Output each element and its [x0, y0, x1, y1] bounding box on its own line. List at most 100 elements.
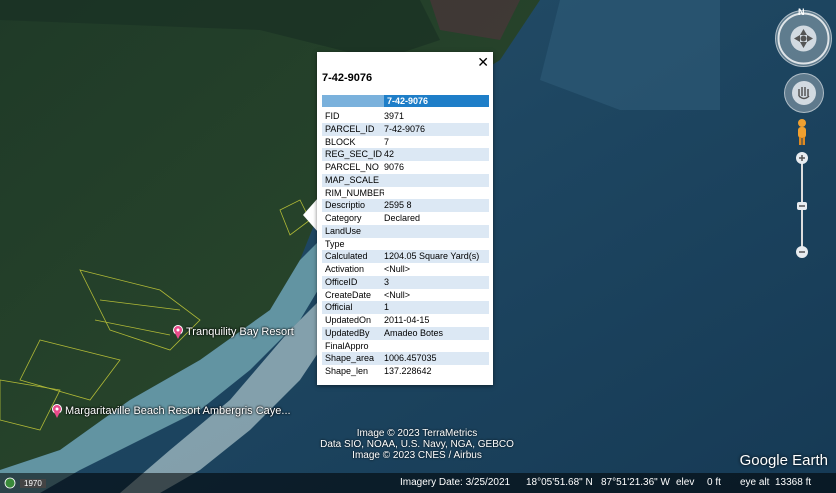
- attribute-row: MAP_SCALE: [322, 173, 489, 187]
- attribute-key: REG_SEC_ID: [325, 149, 383, 160]
- attribute-key: Category: [325, 213, 362, 223]
- attribute-row: BLOCK 7: [322, 136, 489, 149]
- imagery-credit-1: Image © 2023 TerraMetrics: [356, 428, 478, 439]
- attribute-key: BLOCK: [325, 136, 356, 147]
- compass-north: N: [798, 7, 805, 17]
- header-value: 7-42-9076: [387, 96, 429, 106]
- attribute-value: 7-42-9076: [384, 123, 426, 134]
- header-key-cell: [322, 95, 384, 107]
- attribute-key: Official: [325, 302, 353, 313]
- elevation-label: elev: [676, 477, 695, 488]
- attribute-value: 1: [384, 302, 390, 313]
- attribute-value: 3971: [384, 111, 405, 121]
- imagery-credit-3: Image © 2023 CNES / Airbus: [352, 450, 482, 461]
- attribute-row: Shape_len 137.228642: [322, 365, 489, 378]
- balloon-title: 7-42-9076: [322, 72, 373, 84]
- attribute-row: RIM_NUMBER: [322, 187, 489, 200]
- attribute-key: Calculated: [325, 251, 368, 262]
- placemark-tranquility-bay[interactable]: Tranquility Bay Resort: [172, 325, 294, 339]
- attribute-key: FID: [325, 111, 340, 121]
- move-joystick[interactable]: [784, 73, 824, 113]
- attribute-row: CreateDate <Null>: [322, 289, 489, 302]
- attribute-row: OfficeID 3: [322, 275, 489, 289]
- attribute-row: Descriptio 2595 8: [322, 199, 489, 212]
- attribute-key: Activation: [325, 264, 365, 274]
- eye-alt-value: 13368 ft: [775, 477, 812, 488]
- attribute-key: PARCEL_ID: [325, 123, 375, 134]
- imagery-credit-2: Data SIO, NOAA, U.S. Navy, NGA, GEBCO: [320, 439, 514, 450]
- attribute-value: 9076: [384, 162, 405, 172]
- attribute-row: PARCEL_ID 7-42-9076: [322, 122, 489, 136]
- eye-alt-label: eye alt: [740, 477, 770, 488]
- pink-placemark-icon: [173, 325, 183, 339]
- attribute-key: CreateDate: [325, 289, 372, 300]
- attribute-row: LandUse: [322, 224, 489, 238]
- attribute-key: OfficeID: [325, 276, 358, 287]
- attribute-key: Shape_len: [325, 366, 369, 376]
- attribute-table: FID 3971 PARCEL_ID 7-42-9076 BLOCK 7 REG_SEC_I…: [322, 110, 489, 378]
- attribute-value: [384, 174, 489, 187]
- attribute-value: Declared: [384, 213, 421, 223]
- attribute-value: 2595 8: [384, 200, 412, 211]
- attribute-key: UpdatedBy: [325, 327, 370, 338]
- status-bar: 1970 Imagery Date: 3/25/2021 18°05'51.68…: [0, 473, 836, 493]
- attribute-row: Shape_area 1006.457035: [322, 352, 489, 365]
- attribute-value: 7: [384, 136, 390, 147]
- attribute-value: [384, 225, 489, 238]
- longitude: 87°51'21.36" W: [601, 477, 670, 488]
- attribute-value: Amadeo Botes: [384, 327, 444, 338]
- pink-placemark-icon: [52, 404, 62, 418]
- look-joystick-icon: [777, 12, 830, 65]
- attribute-key: LandUse: [325, 225, 362, 236]
- attribute-key: FinalAppro: [325, 340, 369, 351]
- attribute-table-header: 7-42-9076: [322, 95, 489, 107]
- attribute-row: Type: [322, 238, 489, 251]
- attribute-row: Official 1: [322, 301, 489, 314]
- placemark-label: Tranquility Bay Resort: [186, 326, 294, 338]
- globe-icon: [4, 477, 16, 489]
- placemark-label: Margaritaville Beach Resort Ambergris Ca…: [65, 405, 291, 417]
- google-earth-logo: Google Earth: [739, 452, 828, 469]
- attribute-key: Shape_area: [325, 353, 375, 364]
- attribute-value: [384, 187, 489, 200]
- attribute-row: UpdatedOn 2011-04-15: [322, 314, 489, 327]
- attribute-value: <Null>: [384, 264, 411, 274]
- zoom-slider[interactable]: [796, 152, 808, 262]
- year-badge: 1970: [20, 478, 46, 488]
- attribute-row: PARCEL_NO 9076: [322, 161, 489, 174]
- attribute-value: [384, 340, 489, 353]
- attribute-value: 3: [384, 276, 390, 287]
- attribute-row: Category Declared: [322, 212, 489, 225]
- attribute-value: <Null>: [384, 289, 411, 300]
- latitude: 18°05'51.68" N: [526, 477, 593, 488]
- popup-tail: [303, 198, 318, 232]
- attribute-key: Type: [325, 238, 345, 249]
- attribute-row: Activation <Null>: [322, 263, 489, 276]
- attribute-row: FID 3971: [322, 110, 489, 123]
- elevation-value: 0 ft: [707, 477, 721, 488]
- pegman-icon[interactable]: [795, 118, 809, 146]
- hand-icon: [792, 81, 816, 105]
- imagery-date: Imagery Date: 3/25/2021: [400, 477, 511, 488]
- attribute-key: UpdatedOn: [325, 315, 372, 325]
- attribute-row: REG_SEC_ID 42: [322, 148, 489, 161]
- attribute-value: [384, 238, 489, 251]
- look-compass[interactable]: N: [775, 7, 832, 67]
- close-icon[interactable]: ✕: [477, 54, 489, 71]
- attribute-key: Descriptio: [325, 200, 366, 211]
- placemark-balloon: ✕ 7-42-9076 7-42-9076 FID 3971 PARCEL_ID 7-…: [317, 52, 493, 385]
- attribute-key: RIM_NUMBER: [325, 187, 384, 198]
- zoom-slider-graphic: [796, 152, 808, 258]
- attribute-value: 1204.05 Square Yard(s): [384, 251, 480, 262]
- attribute-row: FinalAppro: [322, 340, 489, 353]
- historical-imagery[interactable]: 1970: [4, 477, 46, 489]
- attribute-value: 42: [384, 149, 395, 160]
- attribute-row: UpdatedBy Amadeo Botes: [322, 326, 489, 340]
- attribute-row: Calculated 1204.05 Square Yard(s): [322, 250, 489, 263]
- attribute-value: 2011-04-15: [384, 315, 430, 325]
- placemark-margaritaville[interactable]: Margaritaville Beach Resort Ambergris Ca…: [51, 404, 291, 418]
- attribute-key: PARCEL_NO: [325, 162, 379, 172]
- attribute-value: 1006.457035: [384, 353, 437, 364]
- attribute-value: 137.228642: [384, 366, 432, 376]
- attribute-key: MAP_SCALE: [325, 174, 380, 185]
